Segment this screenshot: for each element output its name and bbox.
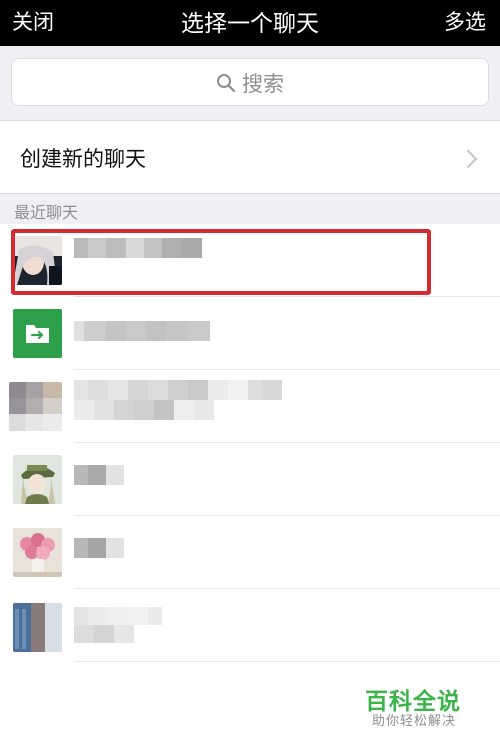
create-new-chat-row[interactable]: 创建新的聊天 xyxy=(0,120,500,194)
blurred-contact-name xyxy=(74,538,124,558)
page-title: 选择一个聊天 xyxy=(181,11,319,37)
search-input[interactable]: 搜索 xyxy=(11,58,489,106)
blurred-contact-name xyxy=(74,380,296,420)
recent-chats-label: 最近聊天 xyxy=(14,203,79,222)
chevron-right-icon xyxy=(466,149,478,173)
file-transfer-avatar xyxy=(13,309,62,358)
chat-row[interactable] xyxy=(0,370,500,443)
watermark-tagline: 助你轻松解决 xyxy=(372,714,457,729)
navigation-bar: 关闭 选择一个聊天 多选 xyxy=(0,0,500,46)
blurred-contact-name xyxy=(74,607,174,643)
flowers-avatar xyxy=(13,528,62,577)
search-placeholder: 搜索 xyxy=(242,72,284,96)
footer: 百科全说 助你轻松解决 xyxy=(0,664,500,756)
chat-row[interactable] xyxy=(0,443,500,516)
search-area: 搜索 xyxy=(0,46,500,120)
portrait-avatar xyxy=(13,236,62,285)
create-new-chat-label: 创建新的聊天 xyxy=(20,147,146,171)
chat-row[interactable] xyxy=(0,224,500,297)
chat-row[interactable] xyxy=(0,297,500,370)
blurred-contact-name xyxy=(74,321,210,341)
multi-select-button[interactable]: 多选 xyxy=(444,6,486,36)
anime-avatar xyxy=(13,455,62,504)
building-avatar xyxy=(13,603,62,652)
search-placeholder-row: 搜索 xyxy=(12,68,488,98)
row-divider xyxy=(74,661,500,662)
blurred-contact-name xyxy=(74,465,124,485)
group-avatar xyxy=(9,382,62,431)
chat-row[interactable] xyxy=(0,589,500,662)
recent-chats-header: 最近聊天 xyxy=(0,194,500,224)
chat-list xyxy=(0,224,500,664)
blurred-contact-name xyxy=(74,238,202,258)
search-icon xyxy=(216,73,236,98)
chat-row[interactable] xyxy=(0,516,500,589)
